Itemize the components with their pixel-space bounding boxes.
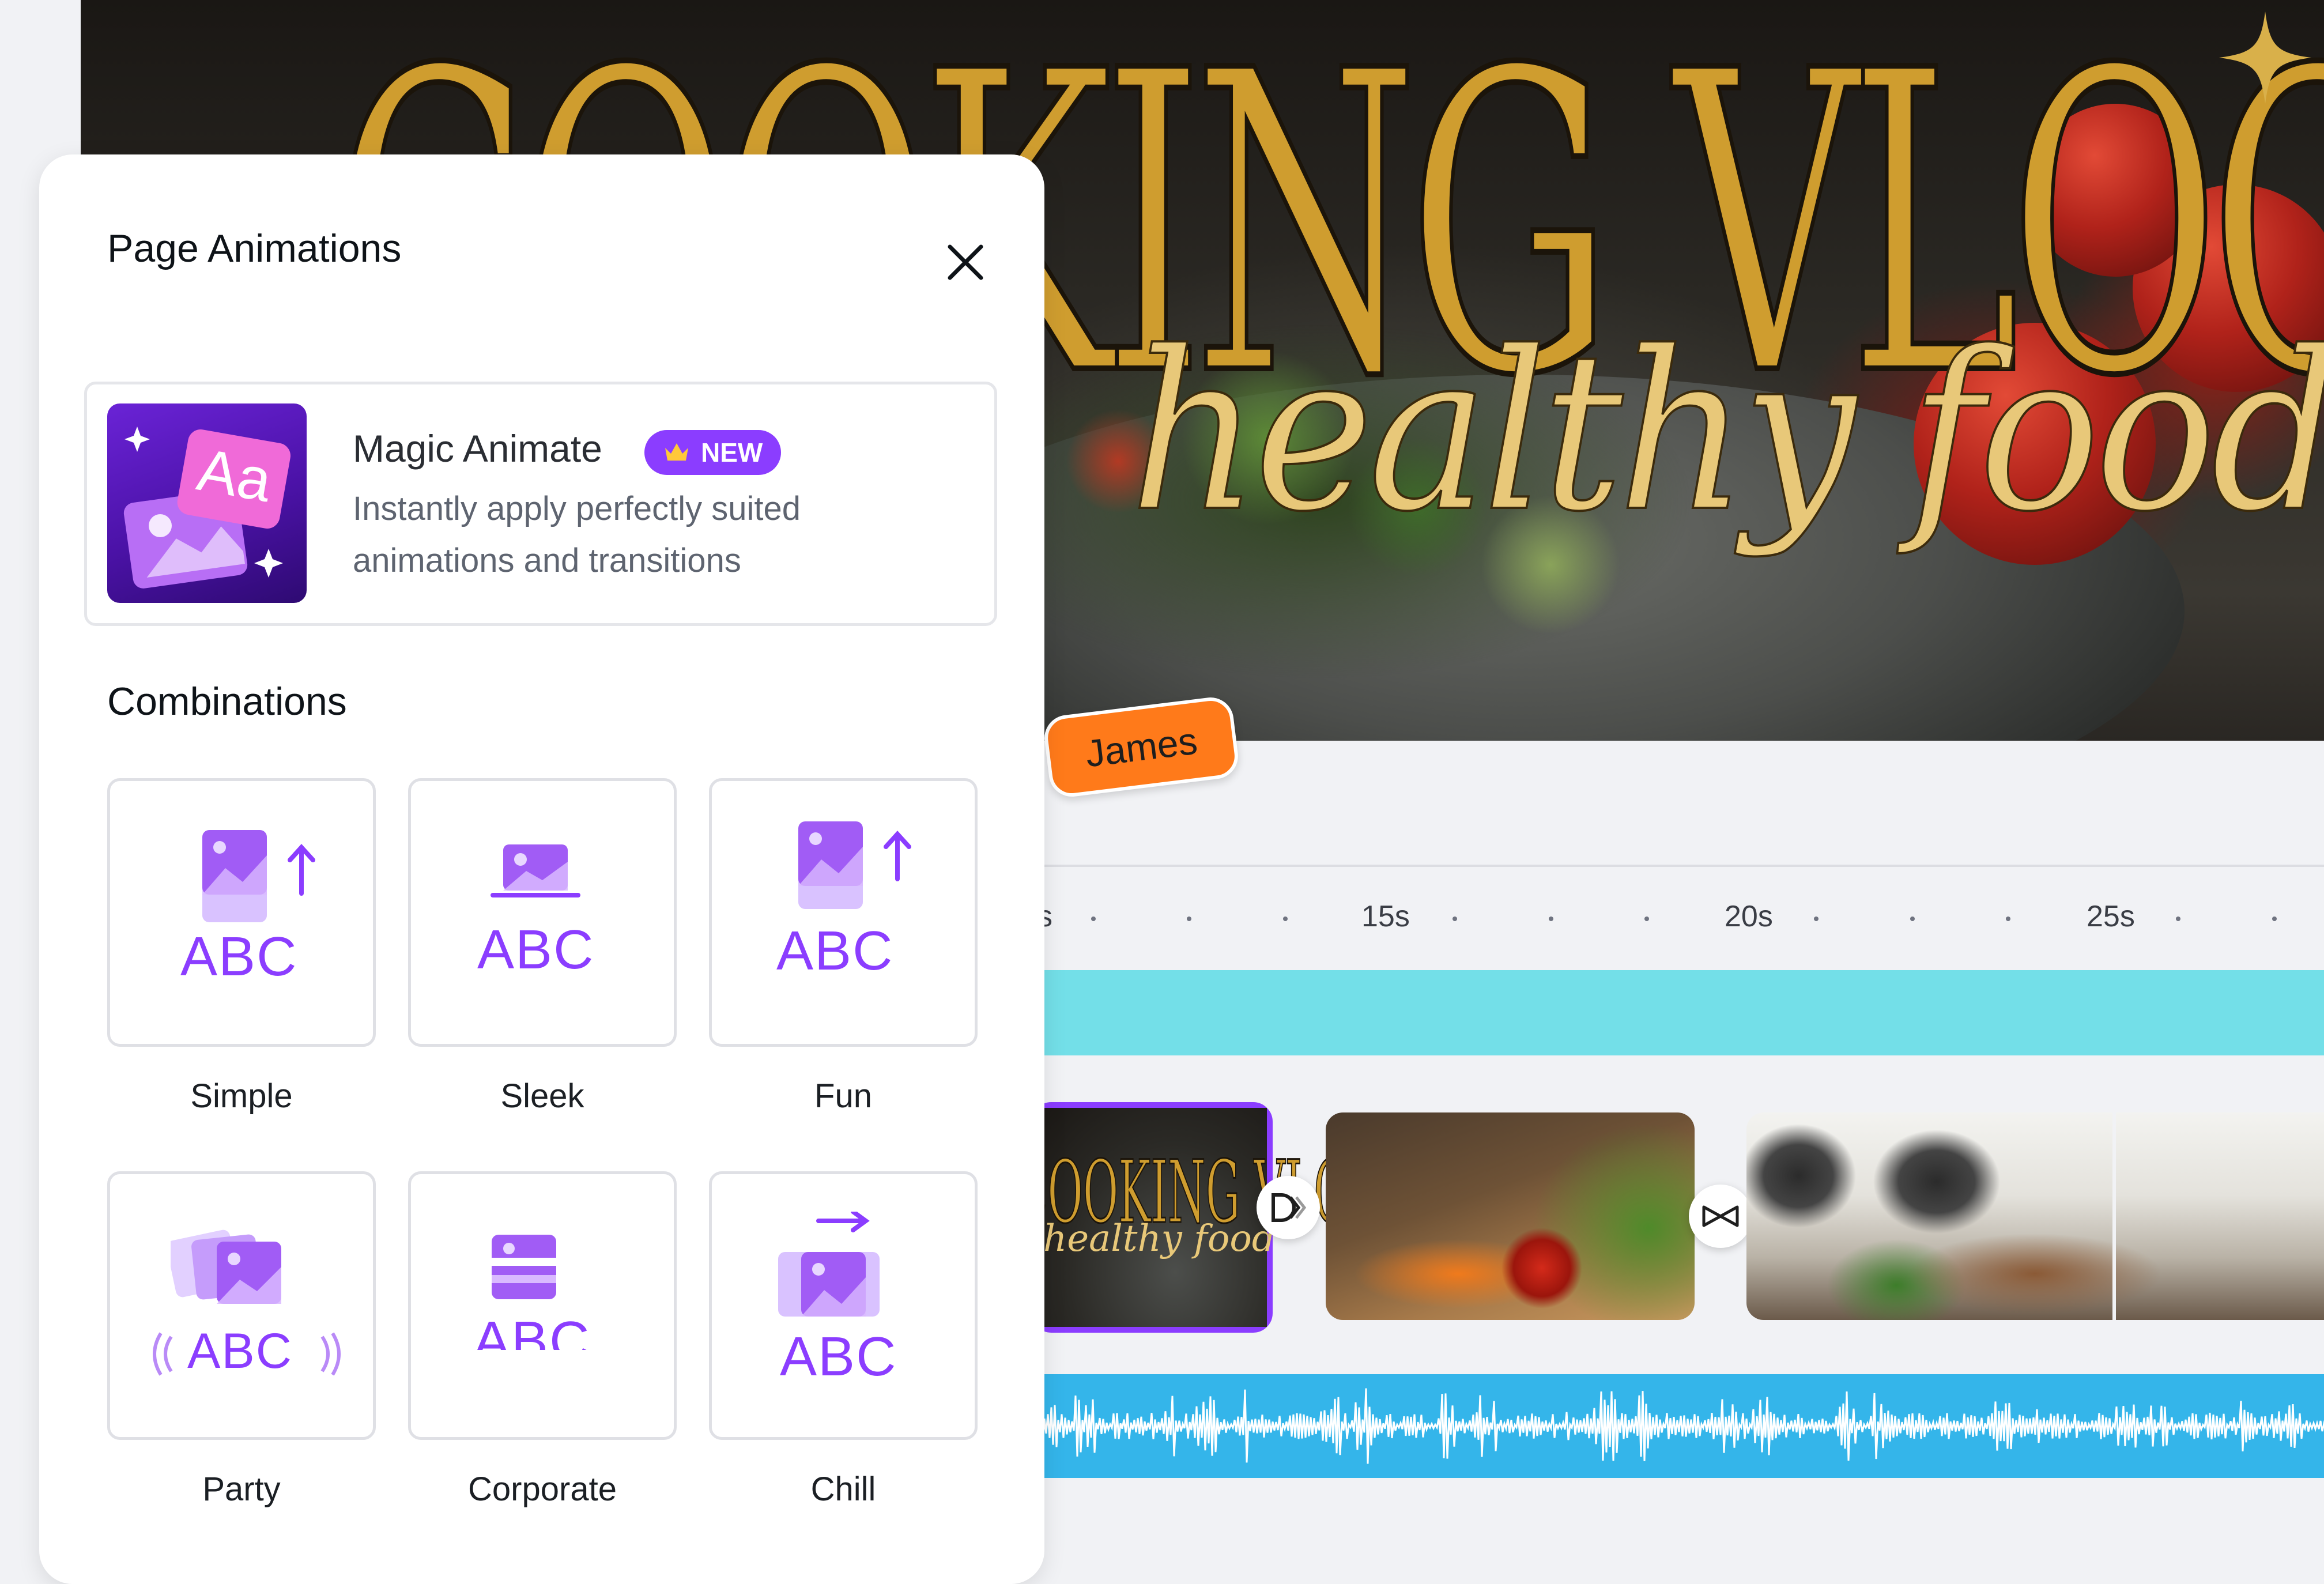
video-clip-chopping[interactable] [1326,1112,1695,1320]
audio-waveform [1036,1388,2324,1464]
combinations-heading: Combinations [107,680,347,723]
combination-label: Sleek [500,1077,584,1115]
combination-label: Corporate [468,1470,617,1508]
transition-button[interactable] [1689,1185,1752,1248]
time-ruler-dot [1910,917,1915,921]
abc-sample-text: ABC [180,926,298,987]
time-ruler-dot [1283,917,1288,921]
time-ruler-dot [2176,917,2180,921]
abc-sample-text: ABC [477,919,595,980]
combination-label: Fun [814,1077,872,1115]
image-bounce-icon [798,821,911,909]
image-slide-right-icon [778,1212,880,1317]
time-ruler-dot [1814,917,1819,921]
time-ruler-dot [1091,917,1096,921]
time-ruler-dot [2006,917,2010,921]
time-ruler-dot [1549,917,1553,921]
transition-button[interactable] [1257,1176,1320,1239]
magic-animate-thumbnail: Aa [107,403,307,603]
timeline-divider [1038,865,2324,867]
abc-sample-text: ABC [776,920,894,982]
video-subtitle-text[interactable]: healthy food [1129,322,2324,543]
image-slide-up-icon [202,830,315,922]
close-button[interactable] [934,231,997,294]
magic-animate-title: Magic Animate [353,427,602,470]
time-ruler-dot [1452,917,1457,921]
combination-tile-corporate[interactable]: ABC [408,1171,677,1440]
time-ruler-label: 15s [1361,900,1410,933]
combination-label: Simple [190,1077,293,1115]
clip-subtitle-text: healthy food [1043,1217,1276,1260]
image-blinds-icon [492,1235,556,1299]
abc-sample-text: ABC [473,1310,591,1350]
transition-forward-icon [1272,1193,1307,1222]
video-clip-cooking[interactable] [1746,1112,2324,1320]
combination-label: Party [202,1470,281,1508]
new-badge: NEW [644,430,782,475]
combination-label: Chill [810,1470,876,1508]
image-wipe-icon [491,844,580,897]
combination-tile-chill[interactable]: ABC [709,1171,978,1440]
abc-sample-text: ABC [780,1326,897,1387]
magic-animate-illustration: Aa [123,427,290,589]
svg-text:Aa: Aa [193,436,277,515]
crown-icon [665,443,688,461]
close-icon [948,244,983,280]
time-ruler-label: 25s [2087,900,2135,933]
abc-sample-text: ABC [187,1323,293,1379]
audio-track[interactable] [1036,1374,2324,1478]
panel-title: Page Animations [107,227,402,270]
transition-bowtie-icon [1702,1205,1739,1227]
time-ruler-label: 20s [1725,900,1773,933]
combination-tile-party[interactable]: ABC [107,1171,376,1440]
clip-split-line [2112,1112,2116,1320]
sparkle-icon [2219,12,2311,104]
new-badge-label: NEW [701,438,763,467]
video-clip-selected[interactable]: COOKING VLOG healthy food [1014,1102,1384,1333]
image-stack-icon [171,1230,281,1304]
combination-tile-simple[interactable]: ABC [107,778,376,1047]
text-track[interactable] [1038,970,2324,1055]
time-ruler-dot [1187,917,1191,921]
magic-animate-description: Instantly apply perfectly suited animati… [353,490,801,579]
combination-tile-fun[interactable]: ABC [709,778,978,1047]
time-ruler-dot [1644,917,1649,921]
combination-tile-sleek[interactable]: ABC [408,778,677,1047]
abc-cropped-mask: ABC [473,1310,623,1350]
time-ruler-dot [2272,917,2277,921]
